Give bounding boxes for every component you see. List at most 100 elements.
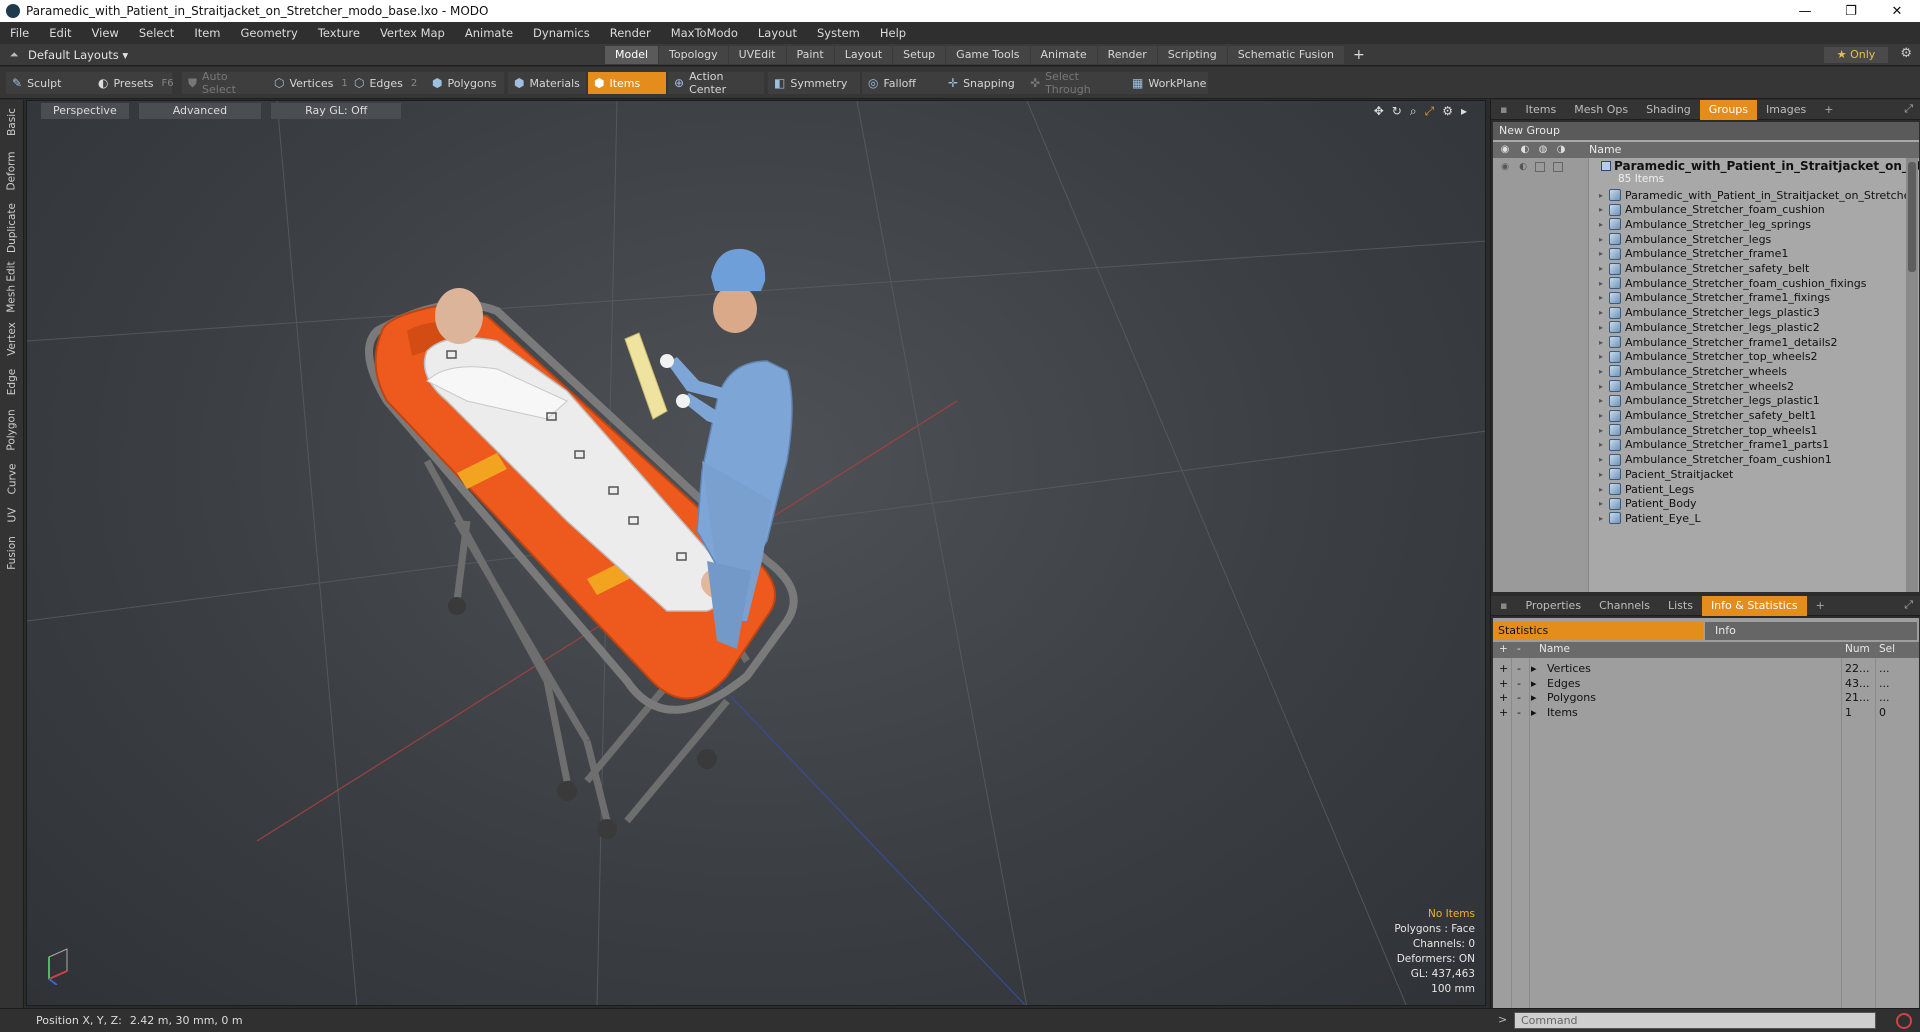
expand-arrow-icon[interactable]: ▸ [1599,352,1609,361]
expand-arrow-icon[interactable]: ▸ [1599,191,1609,200]
maximize-button[interactable]: ❐ [1828,0,1874,22]
groups-scrollbar[interactable] [1906,158,1918,592]
sculpt-button[interactable]: ✎ Sculpt [6,72,92,94]
tab-animate[interactable]: Animate [1030,46,1097,64]
collapse-row-icon[interactable]: - [1517,691,1521,704]
menu-geometry[interactable]: Geometry [231,26,308,40]
expand-arrow-icon[interactable]: ▸ [1599,382,1609,391]
gear-icon[interactable]: ⚙ [1900,46,1912,61]
expand-arrow-icon[interactable]: ▸ [1599,205,1609,214]
menu-view[interactable]: View [82,26,129,40]
expand-row-icon[interactable]: + [1499,662,1508,675]
tab-paint[interactable]: Paint [786,46,834,64]
group-lock-checkbox[interactable] [1535,162,1545,172]
add-tab-button[interactable]: + [1345,46,1373,64]
shading-dropdown[interactable]: Advanced [138,103,262,119]
side-tab-duplicate[interactable]: Duplicate [0,198,24,258]
expand-arrow-icon[interactable]: ▸ [1599,220,1609,229]
group-root[interactable]: Paramedic_with_Patient_in_Straitjacket_o… [1589,158,1919,186]
add-panel-tab-button[interactable]: + [1807,596,1834,616]
menu-animate[interactable]: Animate [455,26,523,40]
tab-channels[interactable]: Channels [1590,596,1659,616]
collapse-row-icon[interactable]: - [1517,706,1521,719]
menu-help[interactable]: Help [870,26,916,40]
tab-schematic-fusion[interactable]: Schematic Fusion [1227,46,1345,64]
row-arrow-icon[interactable]: ▸ [1531,691,1537,704]
tab-lists[interactable]: Lists [1659,596,1702,616]
polygons-button[interactable]: ⬢ Polygons [426,72,504,94]
menu-texture[interactable]: Texture [308,26,370,40]
falloff-button[interactable]: ◎ Falloff [862,72,942,94]
expand-arrow-icon[interactable]: ▸ [1599,279,1609,288]
minimize-button[interactable]: — [1782,0,1828,22]
tab-model[interactable]: Model [605,46,659,64]
maximize-viewport-icon[interactable]: ⤢ [1425,104,1435,119]
expand-arrow-icon[interactable]: ▸ [1599,396,1609,405]
tab-items[interactable]: Items [1516,100,1565,120]
items-button[interactable]: ⬢ Items [588,72,666,94]
group-visibility-eye-icon[interactable]: ◉ [1499,162,1511,172]
menu-select[interactable]: Select [129,26,184,40]
action-center-button[interactable]: ⊕ Action Center [668,70,764,96]
select-through-button[interactable]: ✜ Select Through [1024,70,1126,96]
close-button[interactable]: ✕ [1874,0,1920,22]
menu-maxtomodo[interactable]: MaxToModo [661,26,748,40]
tab-scripting[interactable]: Scripting [1157,46,1227,64]
tab-setup[interactable]: Setup [893,46,946,64]
expand-arrow-icon[interactable]: ▸ [1599,367,1609,376]
side-tab-curve[interactable]: Curve [0,458,24,500]
raygl-toggle[interactable]: Ray GL: Off [271,103,402,119]
rotate-icon[interactable]: ↻ [1392,104,1402,119]
expand-arrow-icon[interactable]: ▸ [1599,249,1609,258]
materials-button[interactable]: ⬢ Materials [508,72,586,94]
add-panel-tab-button[interactable]: + [1815,100,1842,120]
stats-row[interactable]: + - ▸ Items 1 0 [1493,704,1919,722]
view-type-dropdown[interactable]: Perspective [41,103,129,119]
tab-images[interactable]: Images [1757,100,1815,120]
render-icon[interactable]: ◐ [1519,144,1531,156]
workplane-button[interactable]: ▦ WorkPlane [1126,72,1208,94]
tab-render[interactable]: Render [1097,46,1157,64]
expand-all-icon[interactable]: + [1499,643,1508,655]
menu-vertex-map[interactable]: Vertex Map [370,26,455,40]
expand-row-icon[interactable]: + [1499,691,1508,704]
expand-arrow-icon[interactable]: ▸ [1599,308,1609,317]
viewport-settings-icon[interactable]: ⚙ [1442,104,1453,119]
group-render-icon[interactable]: ◐ [1517,162,1529,172]
tab-layout[interactable]: Layout [834,46,893,64]
row-arrow-icon[interactable]: ▸ [1531,706,1537,719]
select-icon[interactable]: ◑ [1555,144,1567,156]
menu-dynamics[interactable]: Dynamics [523,26,600,40]
snapping-button[interactable]: ✛ Snapping [942,72,1024,94]
collapse-row-icon[interactable]: - [1517,677,1521,690]
edges-button[interactable]: ⬡ Edges 2 [348,72,426,94]
expand-arrow-icon[interactable]: ▸ [1599,426,1609,435]
vertices-button[interactable]: ⬡ Vertices 1 [268,72,348,94]
expand-arrow-icon[interactable]: ▸ [1599,338,1609,347]
row-arrow-icon[interactable]: ▸ [1531,677,1537,690]
3d-viewport[interactable]: Perspective Advanced Ray GL: Off ✥ ↻ ⌕ ⤢… [26,100,1486,1006]
layout-dropdown[interactable]: Default Layouts ▾ [28,48,128,62]
pan-icon[interactable]: ✥ [1374,104,1384,119]
side-tab-polygon[interactable]: Polygon [0,402,24,458]
menu-item[interactable]: Item [184,26,230,40]
tab-shading[interactable]: Shading [1637,100,1700,120]
visibility-eye-icon[interactable]: ◉ [1499,144,1511,156]
viewport-menu-arrow-icon[interactable]: ▸ [1461,104,1467,119]
panel-maximize-icon[interactable]: ⤢ [1904,598,1913,612]
expand-arrow-icon[interactable]: ▸ [1599,499,1609,508]
menu-render[interactable]: Render [600,26,661,40]
side-tab-basic[interactable]: Basic [0,100,24,144]
command-input[interactable]: Command [1514,1012,1876,1029]
panel-maximize-icon[interactable]: ⤢ [1904,102,1913,116]
presets-button[interactable]: ◐ Presets F6 [92,72,174,94]
expand-arrow-icon[interactable]: ▸ [1599,293,1609,302]
expand-arrow-icon[interactable]: ▸ [1599,264,1609,273]
menu-system[interactable]: System [807,26,870,40]
expand-row-icon[interactable]: + [1499,706,1508,719]
layout-switch-icon[interactable]: ⏶ [0,48,28,62]
zoom-icon[interactable]: ⌕ [1410,104,1417,119]
expand-arrow-icon[interactable]: ▸ [1599,411,1609,420]
group-item-row[interactable]: ▸ Patient_Eye_L [1589,509,1919,527]
expand-arrow-icon[interactable]: ▸ [1599,485,1609,494]
